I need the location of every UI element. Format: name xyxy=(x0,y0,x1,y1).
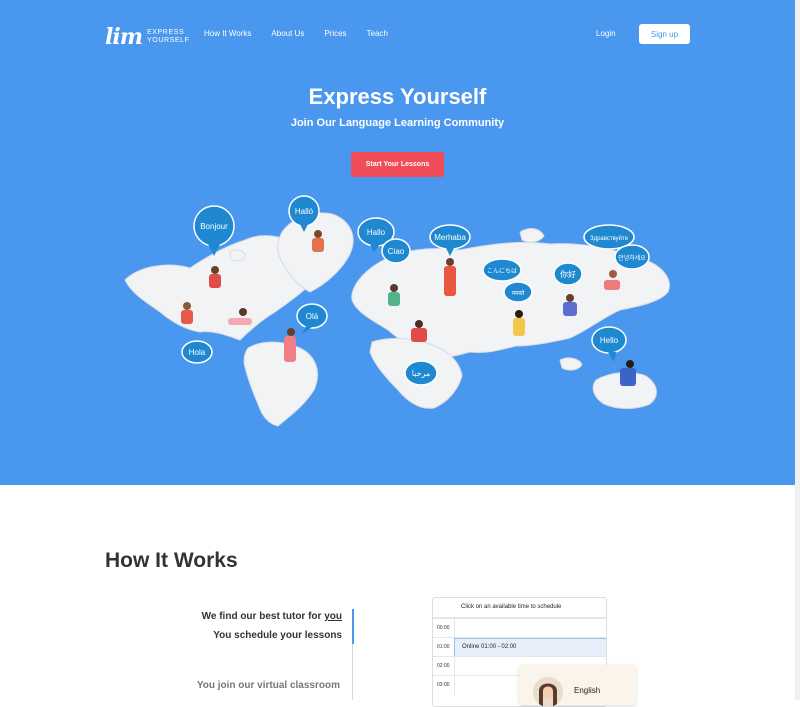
step-join-classroom[interactable]: You join our virtual classroom xyxy=(150,680,340,691)
nav-link-prices[interactable]: Prices xyxy=(324,29,346,38)
signup-button[interactable]: Sign up xyxy=(639,24,690,44)
svg-text:Ciao: Ciao xyxy=(388,247,405,256)
time-slot[interactable] xyxy=(454,619,606,638)
bubble-annyeong: 안녕하세요 xyxy=(614,244,650,270)
bubble-namaste: नमस्ते xyxy=(503,281,533,303)
svg-text:こんにちは: こんにちは xyxy=(487,268,517,275)
bubble-hola: Hola xyxy=(181,340,213,364)
svg-text:Hello: Hello xyxy=(600,336,619,345)
how-it-works-title: How It Works xyxy=(105,549,238,572)
step-schedule-lessons[interactable]: You schedule your lessons xyxy=(150,630,342,641)
logo-mark: lim xyxy=(105,24,143,50)
hero-section: lim EXPRESS YOURSELF How It Works About … xyxy=(0,0,795,485)
booked-slot-label: Online 01:00 - 02:00 xyxy=(462,644,517,650)
svg-text:Merhaba: Merhaba xyxy=(434,233,466,242)
schedule-header: Click on an available time to schedule xyxy=(433,598,606,618)
nav-links: How It Works About Us Prices Teach xyxy=(204,29,408,38)
world-map-illustration: Bonjour Halló Hallo Ciao Merhaba Здравст… xyxy=(124,195,670,427)
time-label: 00:00 xyxy=(437,625,450,631)
bubble-konnichiwa: こんにちは xyxy=(482,258,522,282)
step-find-tutor-link[interactable]: you xyxy=(324,611,342,622)
south-america-shape xyxy=(243,341,318,427)
schedule-row: 01:00 Online 01:00 - 02:00 xyxy=(433,637,606,657)
svg-text:नमस्ते: नमस्ते xyxy=(512,289,525,297)
login-link[interactable]: Login xyxy=(596,29,616,38)
logo-line-2: YOURSELF xyxy=(147,37,190,44)
bubble-nihao: 你好 xyxy=(553,262,583,286)
svg-text:Hola: Hola xyxy=(189,348,206,357)
tutor-language: English xyxy=(574,686,601,695)
schedule-row: 00:00 xyxy=(433,618,606,638)
start-lessons-button[interactable]: Start Your Lessons xyxy=(351,152,444,177)
time-label: 01:00 xyxy=(437,644,450,650)
svg-text:Hallo: Hallo xyxy=(367,228,386,237)
svg-text:你好: 你好 xyxy=(560,269,576,279)
step-find-tutor: We find our best tutor for you xyxy=(150,611,342,622)
scrollbar[interactable] xyxy=(795,0,800,700)
time-slot-booked[interactable]: Online 01:00 - 02:00 xyxy=(454,638,606,657)
time-label: 03:00 xyxy=(437,682,450,688)
active-step-indicator xyxy=(352,609,354,644)
step-find-tutor-text: We find our best tutor for xyxy=(201,611,325,622)
svg-text:Bonjour: Bonjour xyxy=(200,222,228,231)
svg-text:안녕하세요: 안녕하세요 xyxy=(618,254,646,262)
logo[interactable]: lim EXPRESS YOURSELF xyxy=(105,24,190,50)
bubble-ola: Olá xyxy=(296,303,328,334)
tutor-avatar xyxy=(533,677,563,707)
logo-text: EXPRESS YOURSELF xyxy=(147,29,190,45)
tutor-card[interactable]: English xyxy=(519,665,636,707)
hero-title: Express Yourself xyxy=(308,84,487,109)
bubble-ciao: Ciao xyxy=(381,238,411,264)
time-label: 02:00 xyxy=(437,663,450,669)
bubble-marhaba-arabic: مرحبا xyxy=(404,360,438,386)
top-nav: lim EXPRESS YOURSELF How It Works About … xyxy=(0,0,795,70)
nav-link-about-us[interactable]: About Us xyxy=(271,29,304,38)
logo-line-1: EXPRESS xyxy=(147,29,185,36)
svg-text:Здравствуйте: Здравствуйте xyxy=(590,235,629,242)
bubble-hello: Hello xyxy=(591,326,627,362)
nav-link-how-it-works[interactable]: How It Works xyxy=(204,29,251,38)
svg-text:مرحبا: مرحبا xyxy=(412,369,431,378)
nav-link-teach[interactable]: Teach xyxy=(367,29,388,38)
svg-text:Olá: Olá xyxy=(306,312,319,321)
hero-subtitle: Join Our Language Learning Community xyxy=(290,117,505,129)
step-divider xyxy=(352,644,353,700)
svg-text:Halló: Halló xyxy=(295,207,314,216)
